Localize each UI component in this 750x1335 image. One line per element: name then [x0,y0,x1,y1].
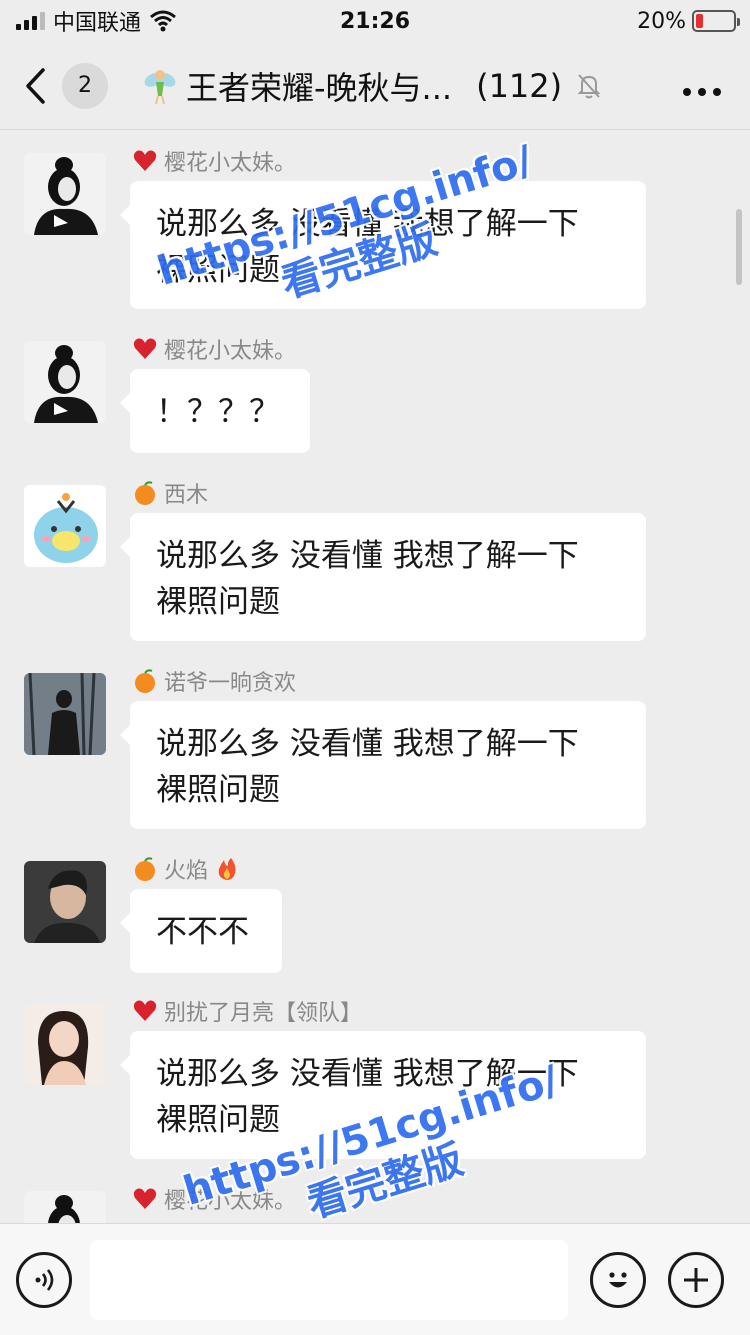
carrier-label: 中国联通 [53,11,142,36]
message-text-line: 说那么多 没看懂 我想了解一下 [156,726,579,762]
add-button[interactable] [668,1251,724,1308]
sender-name: 诺爷一晌贪欢 [132,665,296,697]
heart-icon [133,1000,157,1021]
sender-name: 樱花小太妹。 [132,145,296,177]
signal-icon [16,12,45,30]
message-text-line: 说那么多 没看懂 我想了解一下 [156,1056,579,1092]
unread-count-badge[interactable]: 2 [62,62,108,109]
message-text-line: 不不不 [156,914,249,950]
status-right: 20% [637,8,740,34]
message-text-line: ！？？？ [156,394,280,430]
sender-label: 樱花小太妹。 [164,1189,297,1214]
message-bubble[interactable]: 不不不 [120,889,282,973]
orange-icon [135,857,155,881]
avatar[interactable] [24,673,106,755]
message-bubble[interactable]: ！？？？ [120,369,310,453]
avatar[interactable] [24,1003,106,1085]
sender-name: 樱花小太妹。 [132,333,296,365]
sender-label: 西木 [164,483,209,508]
message-item: 诺爷一晌贪欢 说那么多 没看懂 我想了解一下 裸照问题 [24,665,724,835]
message-list[interactable]: 樱花小太妹。 说那么多 没看懂 我想了解一下 裸照问题 樱花小太妹。 ！？？？ … [0,131,750,1223]
battery-percent: 20% [637,8,686,34]
avatar[interactable] [24,153,106,235]
plus-icon [684,1267,708,1292]
heart-icon [133,1188,157,1209]
message-bubble[interactable]: 说那么多 没看懂 我想了解一下 裸照问题 [120,513,646,641]
orange-icon [135,669,155,693]
sender-name: 火焰 [132,853,240,885]
smiley-icon [609,1271,627,1287]
chat-title-area[interactable]: 王者荣耀-晚秋与... (112) [142,63,602,109]
sender-label: 火焰 [164,859,209,884]
emoji-button[interactable] [590,1251,646,1308]
message-item: 西木 说那么多 没看懂 我想了解一下 裸照问题 [24,477,724,647]
back-button[interactable] [18,64,52,108]
avatar[interactable] [24,485,106,567]
message-item: 樱花小太妹。 [24,1183,724,1223]
orange-icon [135,481,155,505]
voice-icon [35,1268,54,1291]
battery-fill [696,14,704,28]
message-item: 樱花小太妹。 ！？？？ [24,333,724,463]
scrollbar[interactable] [736,209,742,285]
voice-button[interactable] [16,1251,72,1308]
sender-name: 别扰了月亮【领队】 [132,995,362,1027]
message-item: 火焰 不不不 [24,853,724,983]
sender-label: 樱花小太妹。 [164,151,297,176]
sender-name: 西木 [132,477,208,509]
message-item: 樱花小太妹。 说那么多 没看懂 我想了解一下 裸照问题 [24,145,724,315]
message-text-line: 说那么多 没看懂 我想了解一下 [156,206,579,242]
status-left: 中国联通 [16,5,177,37]
sender-label: 樱花小太妹。 [164,339,297,364]
mute-bell-icon [577,73,601,98]
avatar[interactable] [24,341,106,423]
status-bar: 中国联通 21:26 20% [0,0,750,42]
fire-icon [218,858,236,880]
wifi-icon [150,10,176,32]
more-options-button[interactable] [672,66,732,106]
fairy-icon [144,69,176,104]
chat-title: 王者荣耀-晚秋与... [186,68,453,107]
input-bar [0,1223,750,1335]
chevron-left-icon [26,67,45,104]
message-text-line: 说那么多 没看懂 我想了解一下 [156,538,579,574]
sender-label: 诺爷一晌贪欢 [164,671,297,696]
member-count: (112) [476,66,563,105]
message-text-line: 裸照问题 [156,252,280,288]
sender-label: 别扰了月亮【领队】 [164,1001,363,1026]
more-dots-icon [683,87,721,96]
sender-name: 樱花小太妹。 [132,1183,296,1215]
message-text-line: 裸照问题 [156,584,280,620]
message-bubble[interactable]: 说那么多 没看懂 我想了解一下 裸照问题 [120,1031,646,1159]
avatar[interactable] [24,861,106,943]
message-bubble[interactable]: 说那么多 没看懂 我想了解一下 裸照问题 [120,181,646,309]
message-input[interactable] [90,1239,568,1320]
nav-bar: 2 王者荣耀-晚秋与... (112) [0,42,750,130]
avatar[interactable] [24,1191,106,1223]
heart-icon [133,150,157,171]
battery-icon [692,10,740,32]
message-item: 别扰了月亮【领队】 说那么多 没看懂 我想了解一下 裸照问题 [24,995,724,1165]
heart-icon [133,338,157,359]
message-bubble[interactable]: 说那么多 没看懂 我想了解一下 裸照问题 [120,701,646,829]
message-text-line: 裸照问题 [156,772,280,808]
message-text-line: 裸照问题 [156,1102,280,1138]
